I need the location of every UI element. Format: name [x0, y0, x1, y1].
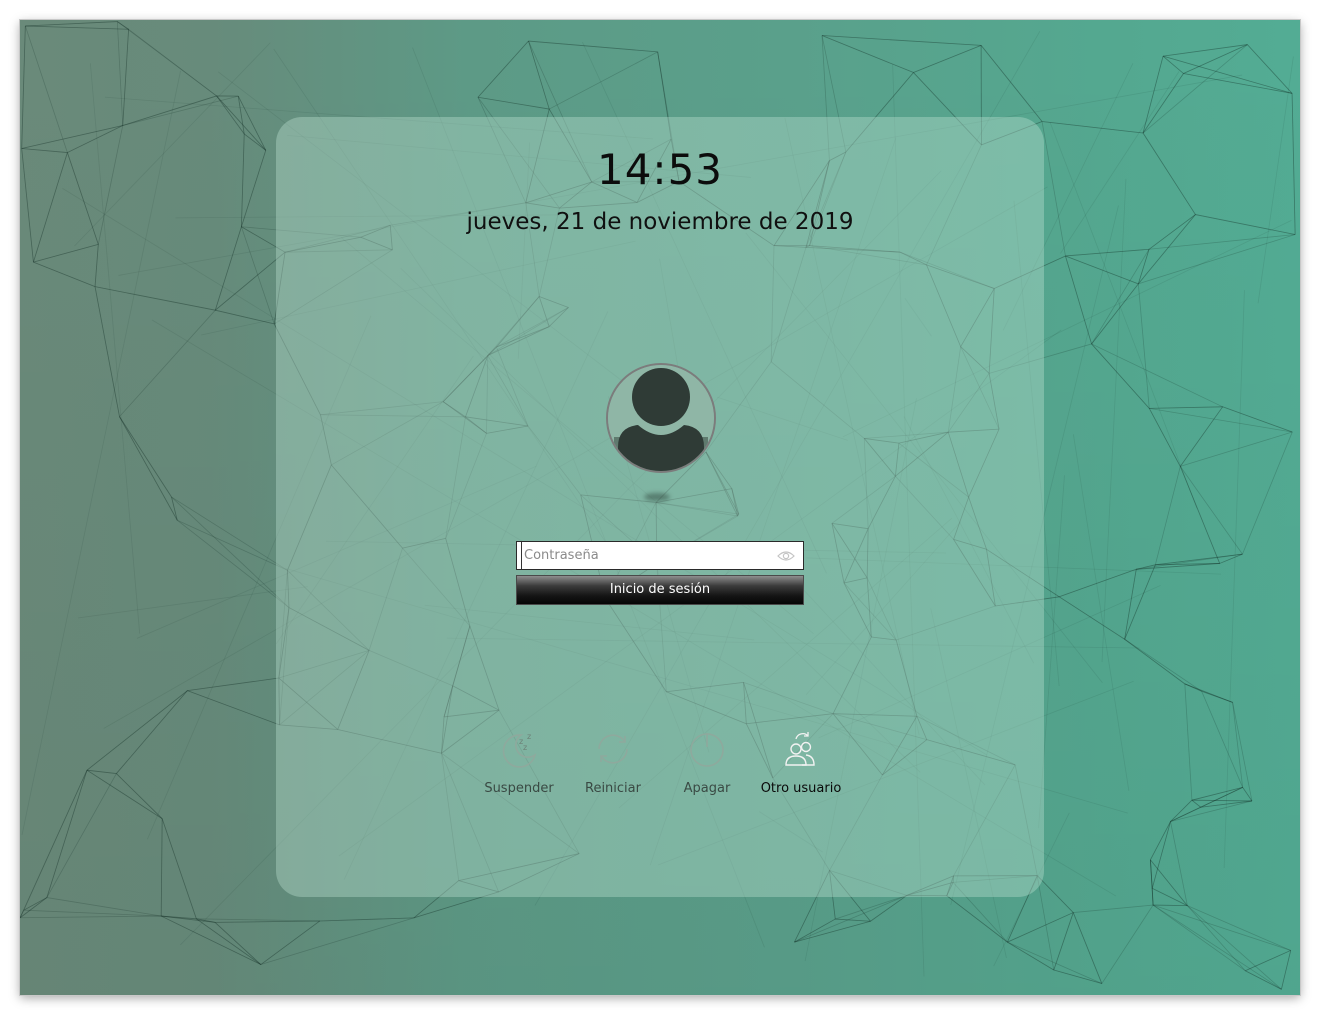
svg-text:z: z [527, 732, 531, 741]
user-avatar-icon [606, 363, 716, 473]
suspend-label: Suspender [484, 781, 554, 796]
shutdown-button[interactable]: Apagar [660, 727, 754, 807]
restart-button[interactable]: Reiniciar [566, 727, 660, 807]
date: jueves, 21 de noviembre de 2019 [466, 209, 854, 235]
login-button[interactable]: Inicio de sesión [516, 575, 804, 605]
svg-text:z: z [523, 743, 527, 752]
switch-user-icon [785, 732, 815, 766]
power-icon [690, 733, 724, 767]
switch-user-button[interactable]: Otro usuario [754, 727, 848, 807]
password-field[interactable] [516, 541, 804, 570]
sleep-icon: z z z [502, 732, 537, 768]
password-input[interactable] [521, 542, 774, 569]
restart-label: Reiniciar [585, 781, 641, 796]
shutdown-label: Apagar [683, 781, 731, 796]
clock: 14:53 [596, 145, 724, 194]
restart-icon [598, 734, 628, 764]
session-actions: z z z Suspender Reiniciar Apagar Otro us… [472, 727, 852, 827]
switch-user-label: Otro usuario [760, 781, 842, 796]
user-avatar [606, 363, 716, 501]
avatar-shadow [644, 493, 670, 501]
suspend-button[interactable]: z z z Suspender [472, 727, 566, 807]
login-panel: 14:53 jueves, 21 de noviembre de 2019 In… [276, 117, 1044, 897]
lock-screen: 14:53 jueves, 21 de noviembre de 2019 In… [20, 20, 1300, 995]
eye-icon[interactable] [777, 549, 795, 563]
